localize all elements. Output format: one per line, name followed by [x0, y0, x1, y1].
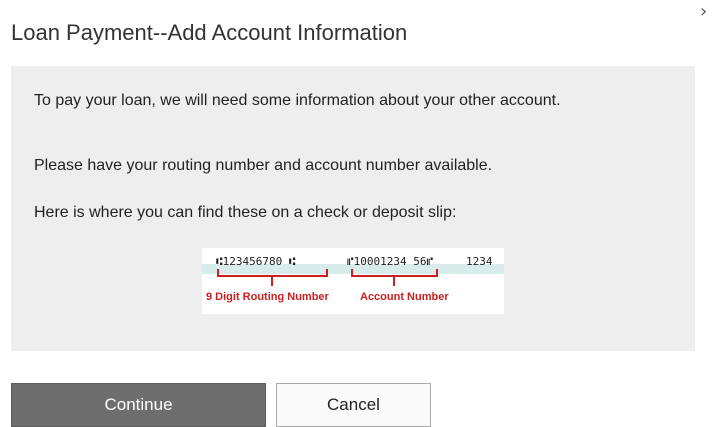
info-paragraph-1: To pay your loan, we will need some info…	[34, 92, 561, 109]
info-paragraph-3: Here is where you can find these on a ch…	[34, 204, 457, 221]
chevron-right-icon[interactable]: ›	[700, 3, 707, 21]
micr-account-text: ⑈10001234 56⑈	[347, 255, 433, 268]
micr-routing-text: ⑆123456780 ⑆	[216, 255, 296, 268]
continue-button[interactable]: Continue	[11, 383, 266, 427]
account-number-label: Account Number	[360, 291, 449, 303]
dialog-title: Loan Payment--Add Account Information	[11, 20, 408, 45]
cancel-button[interactable]: Cancel	[276, 383, 431, 427]
routing-number-label: 9 Digit Routing Number	[206, 291, 330, 303]
micr-check-number-text: 1234	[466, 255, 493, 268]
info-paragraph-2: Please have your routing number and acco…	[34, 157, 493, 174]
info-panel: To pay your loan, we will need some info…	[11, 66, 695, 351]
check-diagram-svg: ⑆123456780 ⑆ ⑈10001234 56⑈ 1234 9 Digit …	[202, 248, 504, 314]
check-diagram-image: ⑆123456780 ⑆ ⑈10001234 56⑈ 1234 9 Digit …	[202, 248, 504, 314]
